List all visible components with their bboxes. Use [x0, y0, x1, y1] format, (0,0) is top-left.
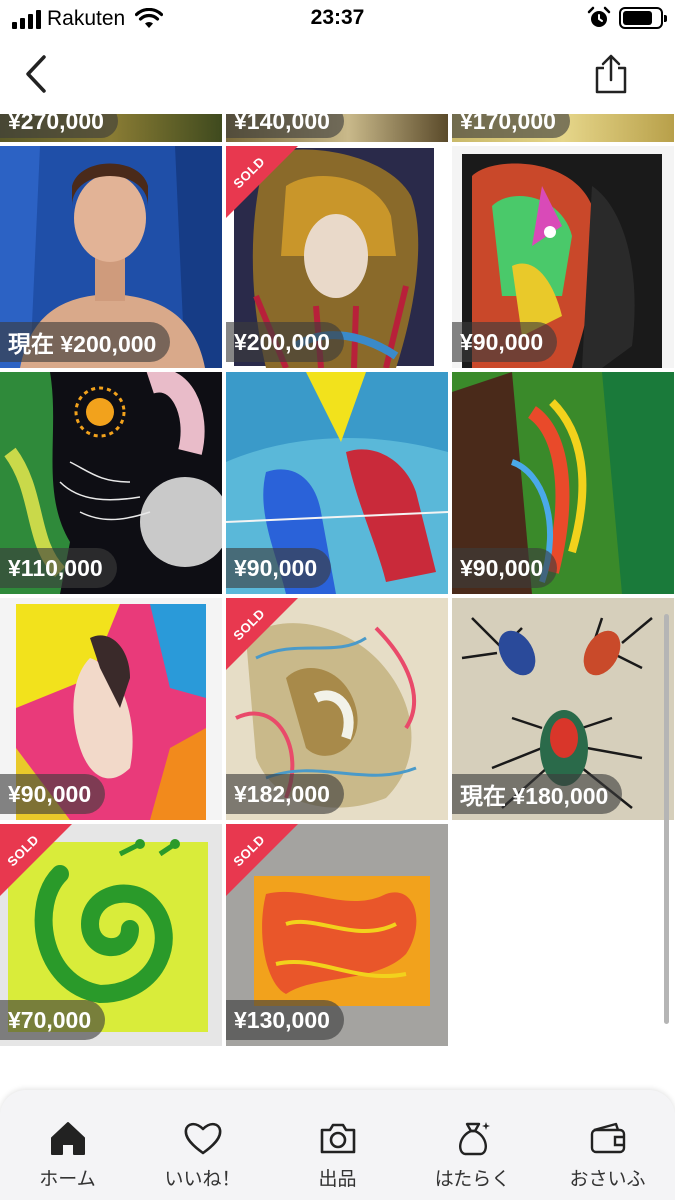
sold-label: SOLD — [4, 831, 42, 870]
sold-ribbon: SOLD — [226, 824, 298, 896]
price-label: ¥130,000 — [226, 1000, 344, 1040]
price-label: ¥90,000 — [226, 548, 332, 588]
price-label: ¥170,000 — [452, 114, 570, 138]
sold-ribbon: SOLD — [226, 598, 298, 670]
back-button[interactable] — [14, 50, 58, 98]
price-label: ¥90,000 — [452, 548, 558, 588]
listing-grid: ¥270,000 ¥140,000 ¥170,000 現在 ¥200,000 S… — [0, 114, 675, 1054]
status-bar: Rakuten 23:37 — [0, 0, 675, 38]
sold-label: SOLD — [230, 605, 268, 644]
tab-bar: ホーム いいね！ 出品 はたらく おさいふ — [0, 1090, 675, 1200]
listing-tile[interactable]: ¥170,000 — [452, 114, 674, 142]
sold-ribbon: SOLD — [226, 146, 298, 218]
scrollbar[interactable] — [664, 614, 669, 1024]
tab-work[interactable]: はたらく — [413, 1118, 533, 1191]
price-label: ¥200,000 — [226, 322, 344, 362]
listing-tile[interactable]: ¥90,000 — [452, 372, 674, 594]
nav-bar — [0, 38, 675, 114]
price-label: ¥90,000 — [0, 774, 106, 814]
listing-tile[interactable]: ¥270,000 — [0, 114, 222, 142]
tab-wallet[interactable]: おさいふ — [548, 1118, 668, 1191]
price-label: ¥270,000 — [0, 114, 118, 138]
price-label: ¥140,000 — [226, 114, 344, 138]
share-icon — [595, 54, 627, 94]
listing-tile[interactable]: SOLD ¥70,000 — [0, 824, 222, 1046]
listing-tile[interactable]: ¥90,000 — [452, 146, 674, 368]
price-label: ¥70,000 — [0, 1000, 106, 1040]
heart-icon — [184, 1122, 221, 1155]
chevron-left-icon — [26, 55, 46, 93]
listing-tile[interactable]: SOLD ¥130,000 — [226, 824, 448, 1046]
tab-label: はたらく — [434, 1169, 511, 1190]
listing-tile[interactable]: SOLD ¥182,000 — [226, 598, 448, 820]
listing-tile[interactable]: ¥90,000 — [0, 598, 222, 820]
sold-ribbon: SOLD — [0, 824, 72, 896]
sold-label: SOLD — [230, 831, 268, 870]
tab-sell[interactable]: 出品 — [278, 1118, 398, 1191]
listing-tile[interactable]: ¥90,000 — [226, 372, 448, 594]
listing-tile[interactable]: SOLD ¥200,000 — [226, 146, 448, 368]
sold-label: SOLD — [230, 153, 268, 192]
tab-home[interactable]: ホーム — [8, 1118, 128, 1191]
camera-icon — [320, 1123, 355, 1154]
tab-likes[interactable]: いいね！ — [143, 1118, 263, 1191]
price-label: 現在 ¥180,000 — [452, 774, 623, 814]
share-button[interactable] — [589, 50, 633, 98]
price-label: ¥90,000 — [452, 322, 558, 362]
battery-icon — [619, 7, 667, 29]
price-label: 現在 ¥200,000 — [0, 322, 171, 362]
tab-label: 出品 — [318, 1169, 357, 1190]
status-time: 23:37 — [310, 6, 365, 29]
home-icon — [50, 1122, 85, 1155]
listing-tile[interactable]: 現在 ¥200,000 — [0, 146, 222, 368]
money-bag-icon — [458, 1122, 490, 1156]
status-right — [587, 6, 667, 30]
listing-tile[interactable]: 現在 ¥180,000 — [452, 598, 674, 820]
price-label: ¥182,000 — [226, 774, 344, 814]
wallet-icon — [590, 1122, 625, 1154]
listing-tile[interactable]: ¥110,000 — [0, 372, 222, 594]
listing-tile[interactable]: ¥140,000 — [226, 114, 448, 142]
alarm-icon — [587, 6, 611, 27]
price-label: ¥110,000 — [0, 548, 117, 588]
tab-label: ホーム — [39, 1169, 96, 1190]
tab-label: いいね！ — [164, 1169, 241, 1190]
tab-label: おさいふ — [569, 1169, 646, 1190]
